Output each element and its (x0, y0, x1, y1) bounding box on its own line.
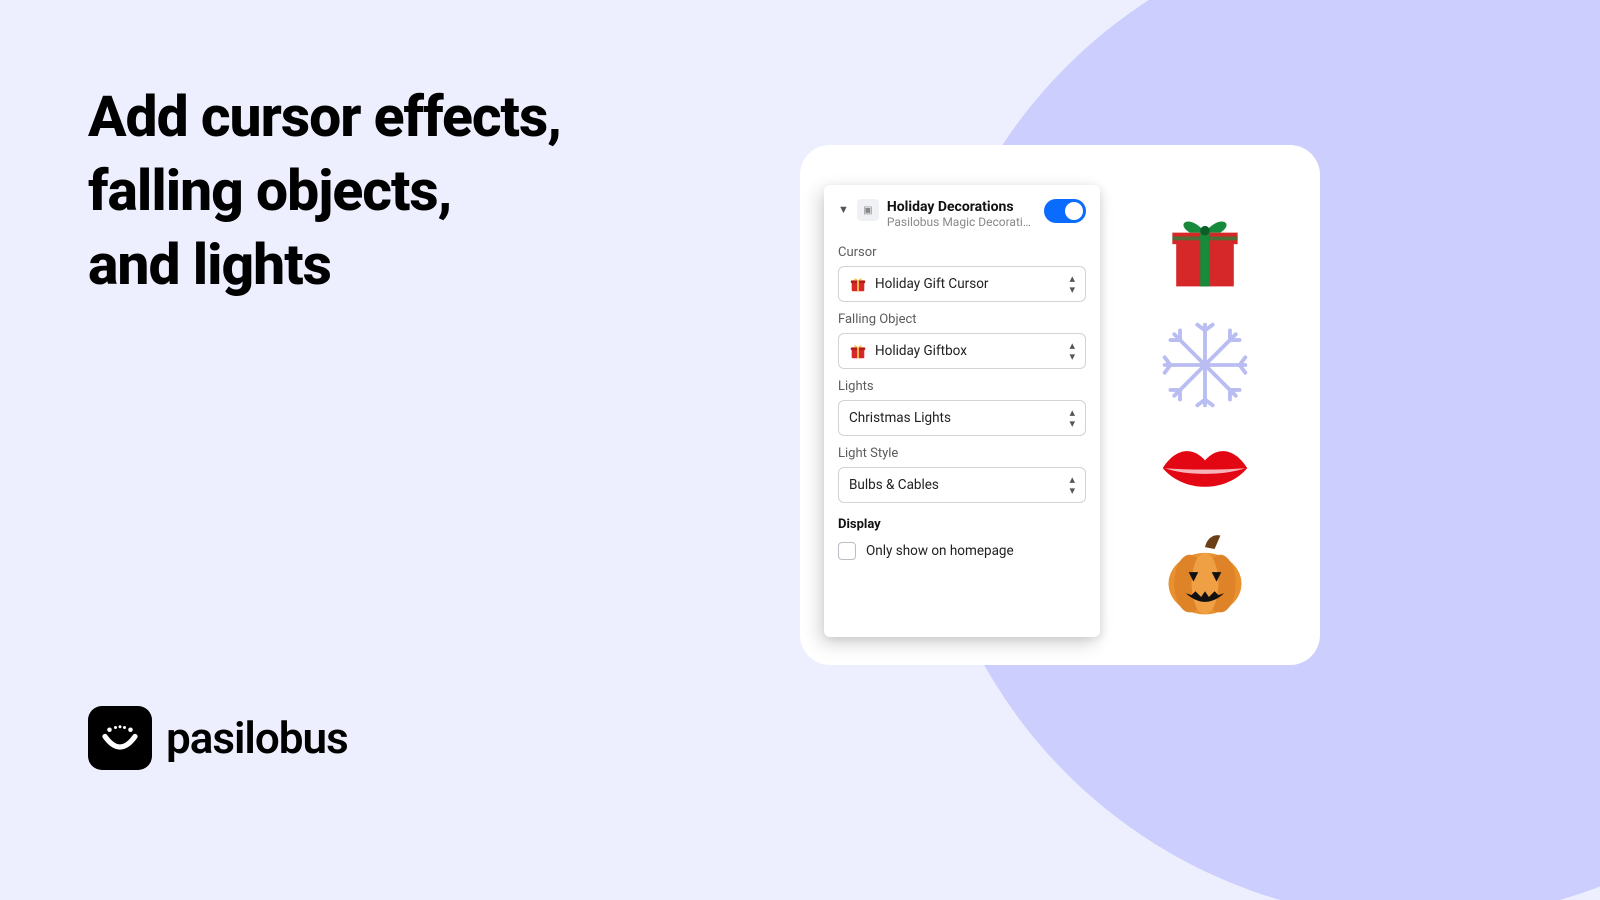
homepage-only-checkbox[interactable] (838, 542, 856, 560)
panel-title: Holiday Decorations (887, 199, 1036, 215)
cursor-label: Cursor (838, 245, 1086, 260)
light-style-select[interactable]: Bulbs & Cables ▴▾ (838, 467, 1086, 503)
lights-select[interactable]: Christmas Lights ▴▾ (838, 400, 1086, 436)
homepage-only-label: Only show on homepage (866, 543, 1014, 559)
cursor-select-value: Holiday Gift Cursor (875, 276, 988, 292)
cursor-select[interactable]: Holiday Gift Cursor ▴▾ (838, 266, 1086, 302)
homepage-only-row[interactable]: Only show on homepage (838, 542, 1086, 560)
gift-icon (849, 275, 867, 293)
gift-icon (849, 342, 867, 360)
light-style-select-value: Bulbs & Cables (849, 477, 939, 493)
gift-preview-icon (1157, 200, 1253, 296)
brand-name: pasilobus (166, 712, 348, 764)
panel-title-wrap: Holiday Decorations Pasilobus Magic Deco… (887, 199, 1036, 229)
select-caret-icon: ▴▾ (1069, 273, 1075, 295)
lights-label: Lights (838, 379, 1086, 394)
panel-subtitle: Pasilobus Magic Decoratio... (887, 215, 1036, 229)
falling-select-value: Holiday Giftbox (875, 343, 967, 359)
select-caret-icon: ▴▾ (1069, 340, 1075, 362)
brand-icon (88, 706, 152, 770)
enable-toggle[interactable] (1044, 199, 1086, 223)
light-style-label: Light Style (838, 446, 1086, 461)
snowflake-preview-icon (1157, 317, 1253, 413)
settings-panel: ▼ ▣ Holiday Decorations Pasilobus Magic … (824, 185, 1100, 637)
select-caret-icon: ▴▾ (1069, 474, 1075, 496)
lips-preview-icon (1157, 435, 1253, 505)
brand-logo: pasilobus (88, 706, 348, 770)
headline-line-3: and lights (88, 228, 561, 302)
headline: Add cursor effects, falling objects, and… (88, 80, 561, 302)
select-caret-icon: ▴▾ (1069, 407, 1075, 429)
falling-select[interactable]: Holiday Giftbox ▴▾ (838, 333, 1086, 369)
pumpkin-preview-icon (1157, 526, 1253, 622)
panel-header: ▼ ▣ Holiday Decorations Pasilobus Magic … (838, 199, 1086, 229)
settings-card: ▼ ▣ Holiday Decorations Pasilobus Magic … (800, 145, 1320, 665)
falling-label: Falling Object (838, 312, 1086, 327)
lights-select-value: Christmas Lights (849, 410, 951, 426)
decoration-preview-column (1100, 185, 1292, 637)
headline-line-2: falling objects, (88, 154, 561, 228)
collapse-icon[interactable]: ▼ (838, 203, 849, 216)
panel-app-icon: ▣ (857, 199, 879, 221)
display-section-label: Display (838, 517, 1086, 532)
headline-line-1: Add cursor effects, (88, 80, 561, 154)
